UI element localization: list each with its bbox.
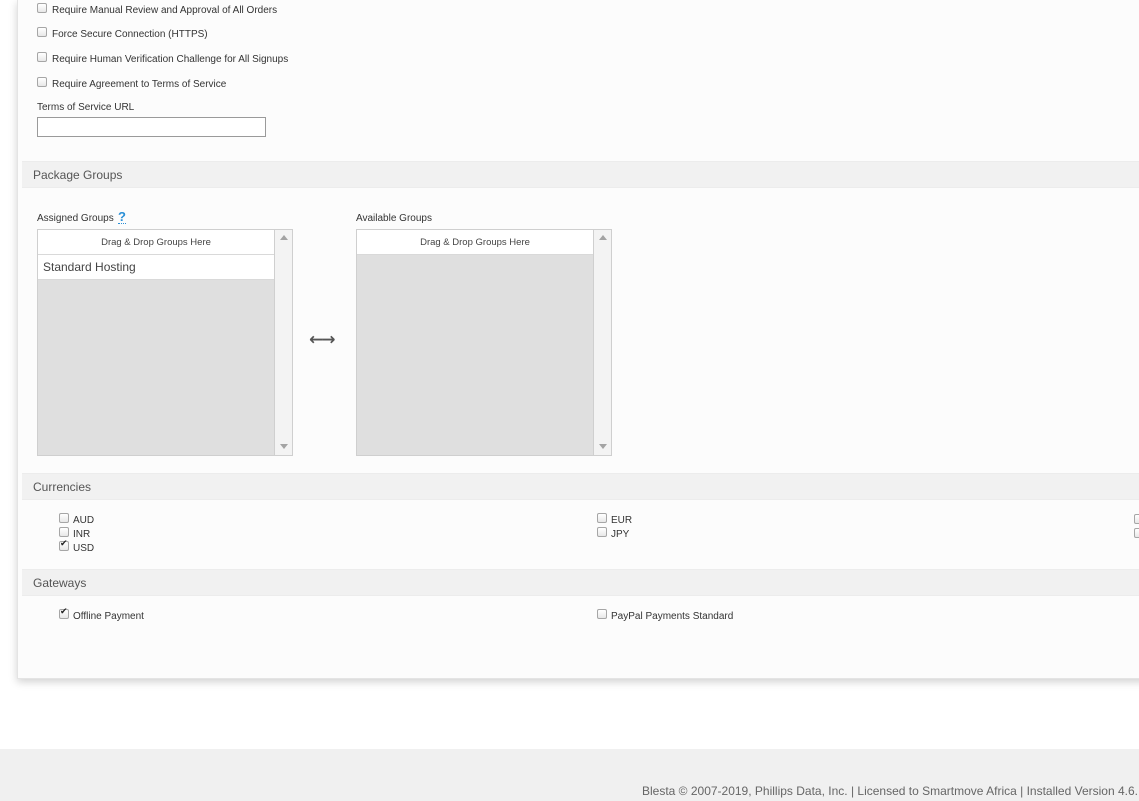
available-groups-label: Available Groups: [356, 213, 432, 224]
currency-jpy-label: JPY: [611, 529, 630, 540]
currency-jpy-checkbox[interactable]: [597, 527, 607, 537]
currency-inr-label: INR: [73, 529, 91, 540]
human-verification-option[interactable]: Require Human Verification Challenge for…: [37, 52, 288, 65]
list-item[interactable]: Standard Hosting: [38, 255, 274, 280]
assigned-scrollbar[interactable]: [275, 230, 292, 455]
currency-overflow-checkbox[interactable]: [1134, 514, 1139, 524]
currency-usd-option[interactable]: USD: [59, 539, 95, 554]
currency-inr-checkbox[interactable]: [59, 527, 69, 537]
currency-usd-label: USD: [73, 543, 95, 554]
scroll-down-icon[interactable]: [599, 444, 607, 449]
tos-agreement-checkbox[interactable]: [37, 77, 47, 87]
currency-eur-label: EUR: [611, 515, 633, 526]
manual-review-checkbox[interactable]: [37, 3, 47, 13]
force-https-option[interactable]: Force Secure Connection (HTTPS): [37, 27, 208, 40]
currency-aud-checkbox[interactable]: [59, 513, 69, 523]
question-mark-icon[interactable]: ?: [118, 210, 126, 224]
assigned-groups-label: Assigned Groups: [37, 213, 114, 224]
gateway-paypal-label: PayPal Payments Standard: [611, 611, 734, 622]
assigned-groups-list[interactable]: Drag & Drop Groups Here Standard Hosting: [37, 229, 293, 456]
manual-review-option[interactable]: Require Manual Review and Approval of Al…: [37, 3, 277, 16]
tos-url-input[interactable]: [37, 117, 266, 137]
currency-eur-checkbox[interactable]: [597, 513, 607, 523]
human-verification-label: Require Human Verification Challenge for…: [52, 54, 289, 65]
gateway-offline-label: Offline Payment: [73, 611, 144, 622]
force-https-label: Force Secure Connection (HTTPS): [52, 29, 208, 40]
left-right-arrows-icon: ←→: [309, 330, 335, 350]
available-drop-zone[interactable]: Drag & Drop Groups Here: [357, 230, 593, 255]
manual-review-label: Require Manual Review and Approval of Al…: [52, 5, 278, 16]
currency-overflow-checkbox[interactable]: [1134, 528, 1139, 538]
currency-aud-option[interactable]: AUD: [59, 513, 94, 526]
assigned-drop-zone[interactable]: Drag & Drop Groups Here: [38, 230, 274, 255]
currency-aud-label: AUD: [73, 515, 95, 526]
available-scrollbar[interactable]: [594, 230, 611, 455]
available-groups-list[interactable]: Drag & Drop Groups Here: [356, 229, 612, 456]
footer-copyright: Blesta © 2007-2019, Phillips Data, Inc. …: [641, 784, 1138, 798]
tos-agreement-option[interactable]: Require Agreement to Terms of Service: [37, 77, 226, 90]
gateway-paypal-option[interactable]: PayPal Payments Standard: [597, 609, 733, 622]
force-https-checkbox[interactable]: [37, 27, 47, 37]
gateways-header: Gateways: [22, 569, 1139, 596]
tos-agreement-label: Require Agreement to Terms of Service: [52, 79, 227, 90]
currency-eur-option[interactable]: EUR: [597, 513, 632, 526]
scroll-up-icon[interactable]: [280, 235, 288, 240]
currencies-header: Currencies: [22, 473, 1139, 500]
tos-url-label: Terms of Service URL: [37, 102, 135, 113]
currency-usd-checkbox[interactable]: [59, 539, 69, 551]
package-groups-header: Package Groups: [22, 161, 1139, 188]
page-footer: Blesta © 2007-2019, Phillips Data, Inc. …: [0, 749, 1139, 801]
gateway-offline-option[interactable]: Offline Payment: [59, 607, 144, 622]
gateway-offline-checkbox[interactable]: [59, 607, 69, 619]
human-verification-checkbox[interactable]: [37, 52, 47, 62]
gateway-paypal-checkbox[interactable]: [597, 609, 607, 619]
scroll-up-icon[interactable]: [599, 235, 607, 240]
currency-jpy-option[interactable]: JPY: [597, 527, 629, 540]
scroll-down-icon[interactable]: [280, 444, 288, 449]
